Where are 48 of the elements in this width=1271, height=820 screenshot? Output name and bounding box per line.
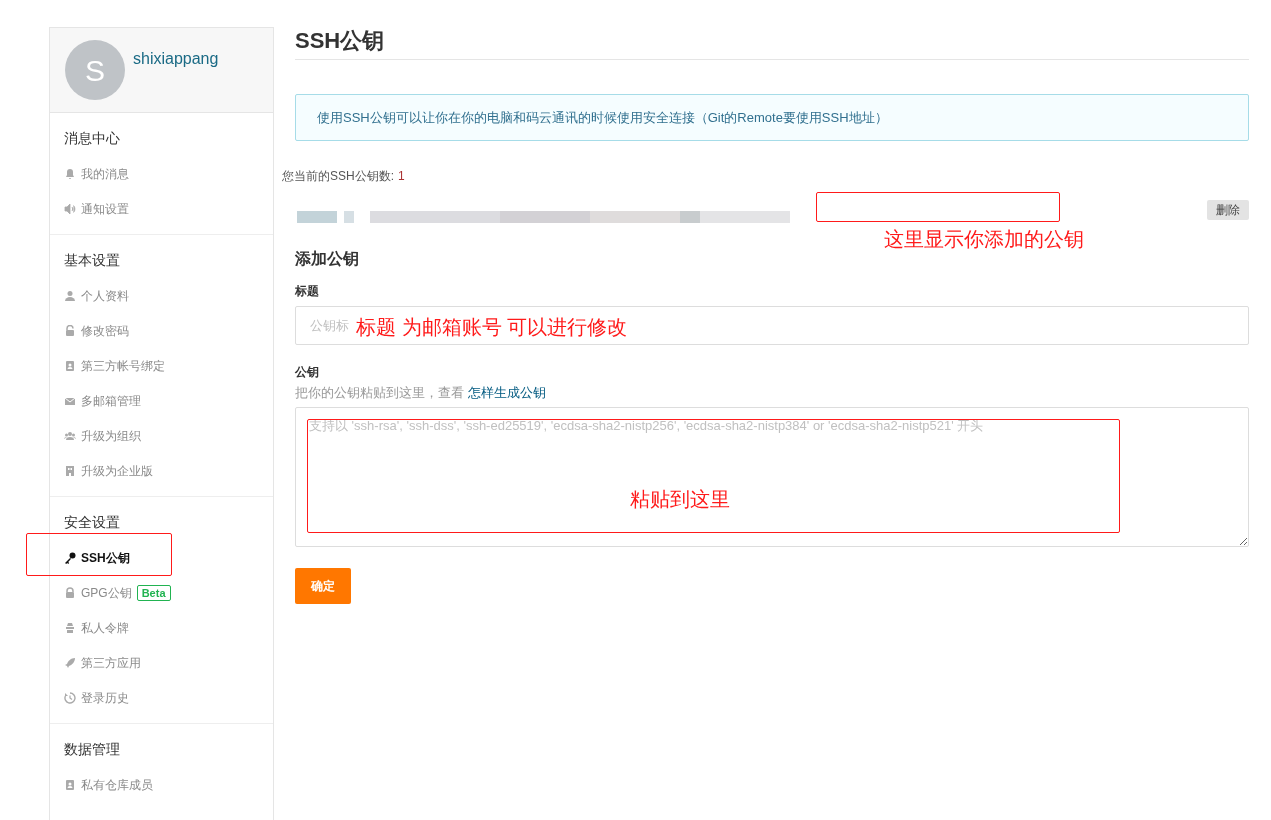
section-title: 安全设置 [63,513,121,532]
confirm-button[interactable]: 确定 [295,567,351,604]
sidebar-item[interactable]: 第三方应用 [64,653,141,672]
menu-icon [64,359,76,372]
menu-icon [64,656,76,669]
help-text: 把你的公钥粘贴到这里，查看 [295,384,464,402]
section-title: 基本设置 [63,251,121,270]
sidebar-item[interactable]: GPG公钥 [64,583,132,602]
section-title: 消息中心 [63,129,121,148]
menu-icon [64,621,76,634]
sidebar-item[interactable]: 升级为企业版 [64,461,153,480]
sidebar-item[interactable]: 登录历史 [64,688,129,707]
info-notice: 使用SSH公钥可以让你在你的电脑和码云通讯的时候使用安全连接（Git的Remote要使用SSH地址） [295,94,1249,141]
sidebar-item[interactable]: 修改密码 [64,321,129,340]
menu-icon [64,202,76,215]
section-title: 数据管理 [63,740,121,759]
key-count: 1 [398,168,405,185]
key-icon [64,551,76,564]
menu-icon [64,167,76,180]
user-name[interactable]: shixiappang [133,47,219,71]
sidebar-item[interactable]: SSH公钥 [64,548,130,567]
field-label: 公钥 [295,364,320,381]
menu-icon [64,778,76,791]
delete-button[interactable]: 删除 [1207,200,1249,220]
annotation-note: 标题 为邮箱账号 可以进行修改 [356,315,628,340]
section-heading: 添加公钥 [295,249,360,269]
page-title: SSH公钥 [295,27,386,55]
sidebar-item[interactable]: 通知设置 [64,199,129,218]
help-link[interactable]: 怎样生成公钥 [468,383,546,403]
sidebar-item[interactable]: 第三方帐号绑定 [64,356,165,375]
sidebar-item[interactable]: 多邮箱管理 [64,391,141,410]
avatar: S [65,40,125,100]
menu-icon [64,464,76,477]
menu-icon [64,289,76,302]
menu-icon [64,691,76,704]
menu-icon [64,586,76,599]
beta-badge: Beta [136,584,171,601]
key-count-label: 您当前的SSH公钥数: [282,168,394,185]
sidebar-item[interactable]: 私有仓库成员 [64,775,153,794]
annotation-note: 这里显示你添加的公钥 [884,226,1084,252]
sidebar-item[interactable]: 私人令牌 [64,618,129,637]
sidebar-item[interactable]: 升级为组织 [64,426,141,445]
menu-icon [64,324,76,337]
sidebar-item[interactable]: 个人资料 [64,286,129,305]
field-label: 标题 [295,283,320,300]
annotation-note: 粘贴到这里 [630,487,730,512]
sidebar-item[interactable]: 我的消息 [64,164,129,183]
menu-icon [64,429,76,442]
